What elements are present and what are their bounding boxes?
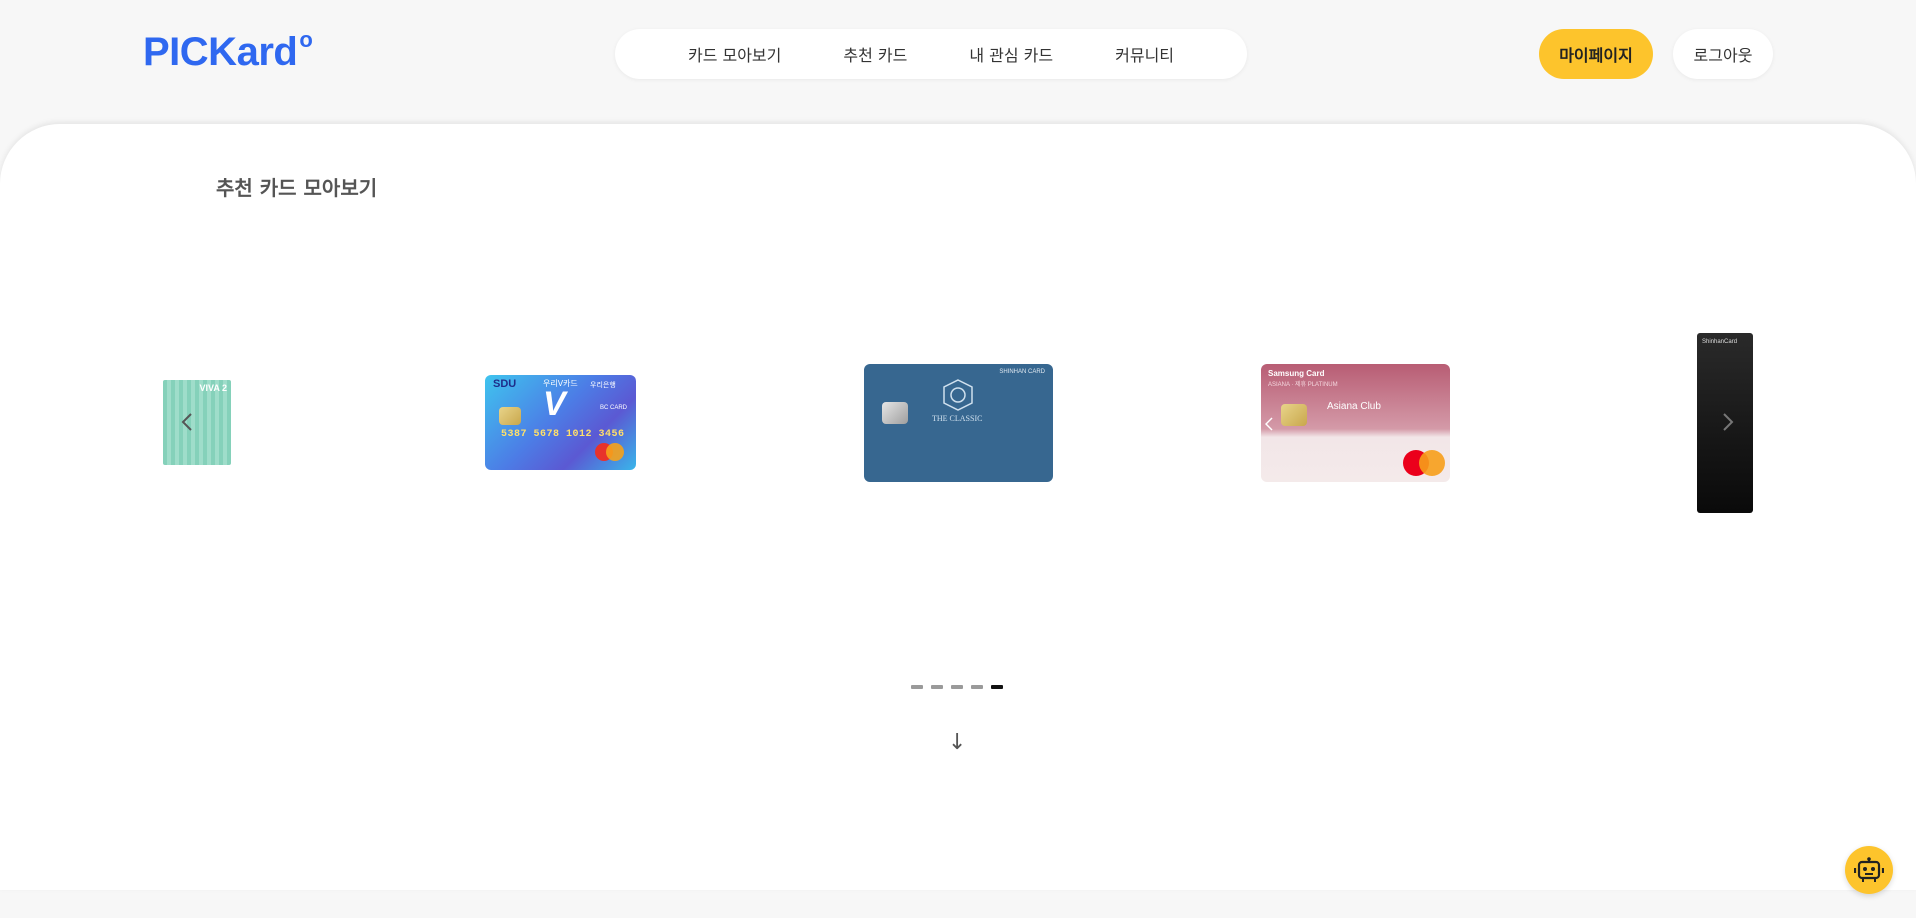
card-number: 5387 5678 1012 3456	[501, 429, 625, 440]
page-title: 추천 카드 모아보기	[216, 176, 378, 200]
carousel-next-button[interactable]	[1716, 407, 1740, 437]
nav-item-community[interactable]: 커뮤니티	[1115, 42, 1174, 66]
card-chip	[499, 407, 521, 425]
carousel-dot[interactable]	[931, 685, 943, 689]
logout-button[interactable]: 로그아웃	[1673, 29, 1773, 79]
card-tier: ASIANA · 제휴 PLATINUM	[1268, 382, 1338, 388]
card-brand: ShinhanCard	[1702, 339, 1738, 345]
carousel-prev-button[interactable]	[175, 407, 199, 437]
scroll-down-icon[interactable]: ↓	[948, 730, 966, 755]
chatbot-button[interactable]	[1845, 846, 1893, 894]
carousel-dot[interactable]	[951, 685, 963, 689]
card-bank: 우리은행	[590, 382, 616, 389]
carousel-card[interactable]: SHINHAN CARD THE CLASSIC	[864, 364, 1053, 482]
card-chip	[1281, 404, 1307, 426]
main-nav: 카드 모아보기 추천 카드 내 관심 카드 커뮤니티	[615, 29, 1247, 79]
carousel-pagination	[911, 685, 1003, 689]
card-chip	[882, 402, 908, 424]
carousel-dot[interactable]	[911, 685, 923, 689]
card-name: Asiana Club	[1327, 401, 1381, 412]
chevron-left-icon	[1265, 417, 1273, 431]
chevron-right-icon	[1723, 413, 1734, 431]
header: PICKardo 카드 모아보기 추천 카드 내 관심 카드 커뮤니티 마이페이…	[0, 0, 1916, 120]
mypage-button[interactable]: 마이페이지	[1539, 29, 1653, 79]
mastercard-yellow-circle	[1419, 450, 1445, 476]
hexagon-emblem-icon	[943, 379, 973, 411]
carousel-dot[interactable]	[971, 685, 983, 689]
carousel-card[interactable]: SDU 우리V카드 우리은행 V 5387 5678 1012 3456 BC …	[485, 375, 636, 470]
chevron-left-icon	[181, 413, 192, 431]
card-name: THE CLASSIC	[932, 414, 983, 423]
card-brand: SHINHAN CARD	[999, 369, 1045, 375]
card-brand: VIVA 2	[199, 383, 227, 393]
card-network: BC CARD	[600, 405, 628, 411]
nav-item-favorites[interactable]: 내 관심 카드	[969, 42, 1053, 66]
nav-item-recommended[interactable]: 추천 카드	[843, 42, 907, 66]
card-brand: Samsung Card	[1268, 369, 1325, 378]
main-panel: 추천 카드 모아보기	[0, 124, 1916, 890]
card-logo: V	[543, 385, 566, 423]
carousel-dot-active[interactable]	[991, 685, 1003, 689]
robot-icon	[1854, 857, 1884, 882]
carousel-slide-prev-hint[interactable]	[1257, 409, 1281, 439]
mastercard-yellow-circle	[606, 443, 624, 461]
logo[interactable]: PICKardo	[143, 26, 313, 75]
logo-mark: o	[299, 26, 313, 52]
nav-item-card-browse[interactable]: 카드 모아보기	[688, 42, 781, 66]
card-brand: SDU	[493, 378, 517, 390]
carousel-card[interactable]: Samsung Card ASIANA · 제휴 PLATINUM Asiana…	[1261, 364, 1450, 482]
